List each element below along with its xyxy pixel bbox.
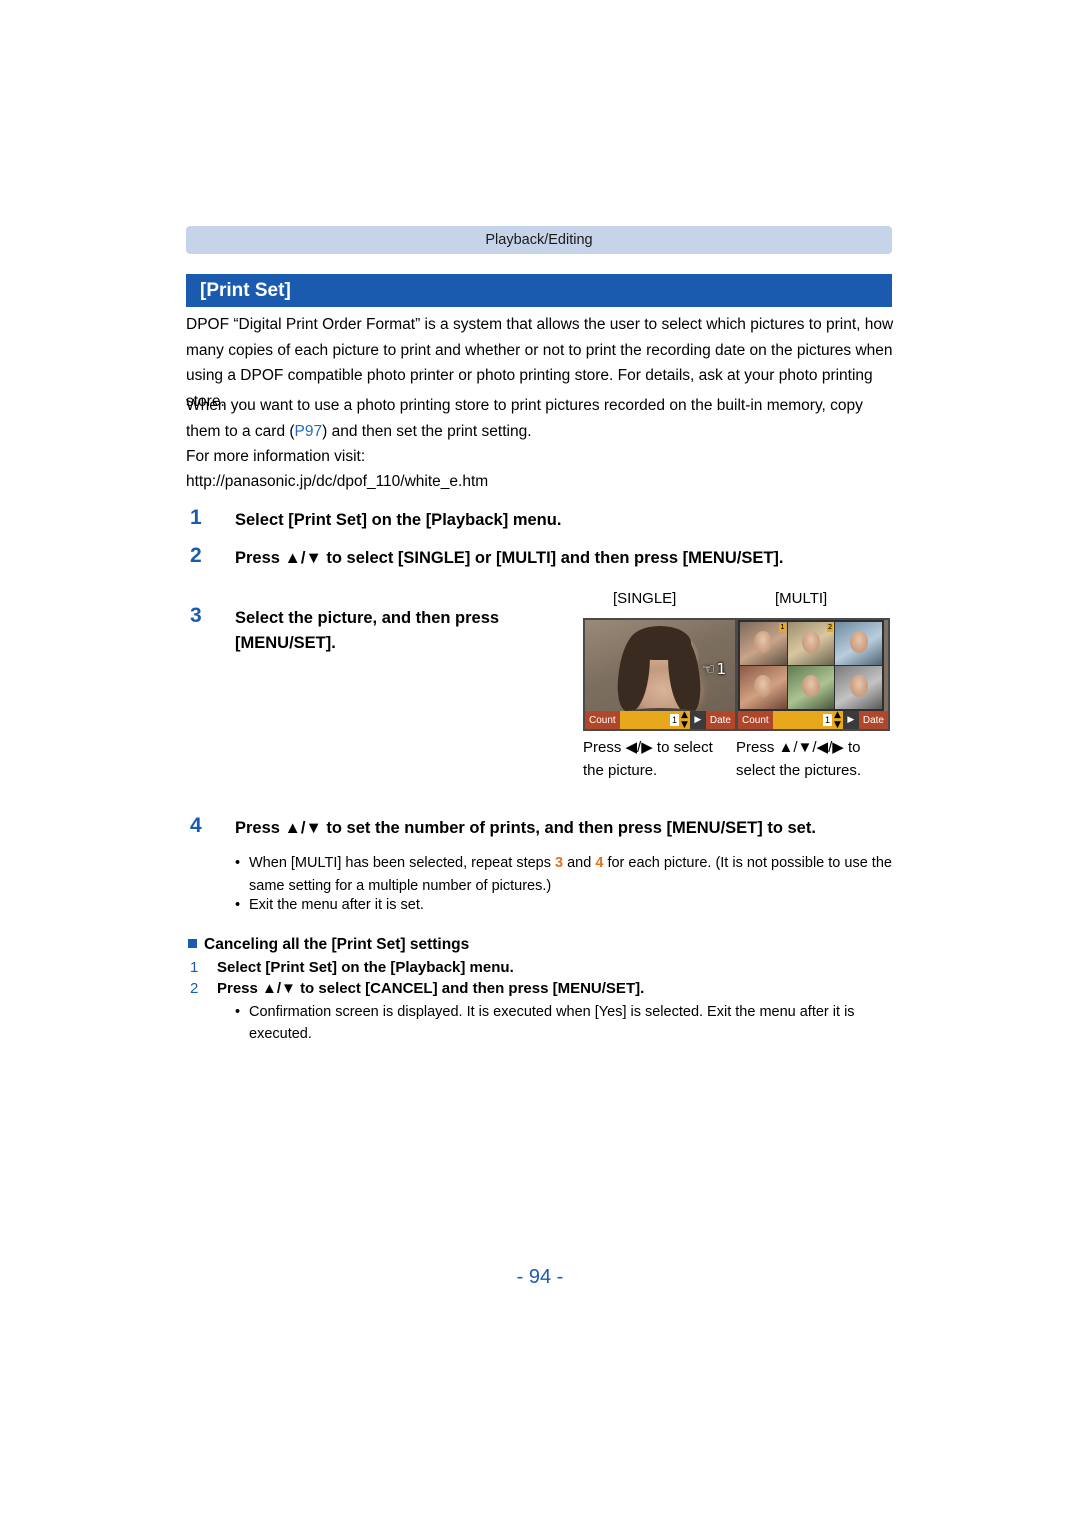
bullet-item: • Confirmation screen is displayed. It i… [235, 1001, 895, 1045]
step-4-text: Press ▲/▼ to set the number of prints, a… [235, 819, 816, 837]
up-down-arrows-icon: ▲ ▼ [833, 710, 841, 730]
thumb-subject [754, 674, 773, 697]
thumbnail-6[interactable] [835, 666, 882, 709]
bullet-1-a: When [MULTI] has been selected, repeat s… [249, 855, 556, 871]
date-label-multi: Date [858, 711, 888, 729]
date-label-single: Date [705, 711, 735, 729]
thumb-badge-1: 1 [779, 623, 786, 632]
thumb-subject [801, 674, 820, 697]
thumb-subject [801, 630, 820, 653]
cancel-step-1-text: Select [Print Set] on the [Playback] men… [217, 959, 514, 976]
bullet-text: Confirmation screen is displayed. It is … [249, 1004, 855, 1042]
bullet-text: When [MULTI] has been selected, repeat s… [235, 852, 895, 898]
sample-multi-note: Press ▲/▼/◀/▶ to select the pictures. [736, 739, 862, 779]
count-label-single: Count [585, 711, 620, 729]
right-arrow-icon: ▶ [689, 711, 706, 729]
single-bottom-bar: Count 1 ▲ ▼ ▶ Date [585, 710, 735, 730]
thumb-subject [849, 630, 868, 653]
document-page: Playback/Editing [Print Set] DPOF “Digit… [0, 0, 1080, 1526]
square-bullet-icon [188, 939, 197, 948]
thumbnail-5[interactable] [787, 666, 835, 709]
thumb-subject [849, 674, 868, 697]
count-stepper-single[interactable]: 1 ▲ ▼ [619, 710, 690, 730]
bullet-item: • When [MULTI] has been selected, repeat… [235, 852, 895, 898]
sample-screen-single: ☜1 Count 1 ▲ ▼ ▶ Date [583, 618, 737, 731]
bullet-text: Exit the menu after it is set. [249, 897, 424, 913]
thumbnail-1[interactable]: 1 [740, 622, 787, 665]
bullet-dot-icon: • [235, 855, 241, 871]
page-title: [Print Set] [200, 280, 291, 301]
bullet-dot-icon: • [235, 1004, 241, 1020]
step-1-text: Select [Print Set] on the [Playback] men… [235, 511, 562, 529]
cancel-section-heading: Canceling all the [Print Set] settings [188, 936, 469, 954]
sample-screen-multi: 1 2 Count 1 ▲ ▼ ▶ Date [736, 618, 890, 731]
count-stepper-multi[interactable]: 1 ▲ ▼ [772, 710, 843, 730]
page-reference-link[interactable]: P97 [295, 423, 323, 440]
more-info-url: http://panasonic.jp/dc/dpof_110/white_e.… [186, 473, 489, 490]
step-2-text: Press ▲/▼ to select [SINGLE] or [MULTI] … [235, 549, 784, 567]
section-band-label: Playback/Editing [485, 232, 593, 248]
step-4-number: 4 [190, 814, 202, 837]
thumbnail-grid: 1 2 [738, 620, 884, 711]
cancel-step-1-number: 1 [190, 959, 199, 976]
thumbnail-4[interactable] [740, 666, 787, 709]
bullet-1-b: and [563, 855, 596, 871]
count-value-multi: 1 [822, 714, 832, 726]
thumb-badge-2: 2 [826, 623, 834, 632]
multi-bottom-bar: Count 1 ▲ ▼ ▶ Date [738, 710, 888, 730]
count-value-single: 1 [669, 714, 679, 726]
step-3-number: 3 [190, 604, 202, 627]
print-count-value: 1 [716, 660, 727, 678]
page-number: - 94 - [516, 1266, 564, 1288]
thumb-subject [754, 630, 773, 653]
page-title-bar: [Print Set] [186, 274, 892, 307]
memory-copy-paragraph: When you want to use a photo printing st… [186, 393, 898, 444]
cancel-step-2-number: 2 [190, 980, 199, 997]
up-down-arrows-icon: ▲ ▼ [680, 710, 688, 730]
sample-single-label: [SINGLE] [613, 590, 677, 607]
thumbnail-3[interactable] [835, 622, 882, 665]
count-label-multi: Count [738, 711, 773, 729]
bullet-1-step-ref-1: 3 [555, 855, 564, 871]
cancel-step-2-text: Press ▲/▼ to select [CANCEL] and then pr… [217, 980, 645, 997]
thumbnail-2[interactable]: 2 [787, 622, 835, 665]
step-2-number: 2 [190, 544, 202, 567]
bullet-item: • Exit the menu after it is set. [235, 894, 895, 917]
sample-multi-label: [MULTI] [775, 590, 828, 607]
memory-copy-text-b: ) and then set the print setting. [322, 422, 532, 440]
bullet-dot-icon: • [235, 897, 241, 913]
section-band: Playback/Editing [186, 226, 892, 254]
sample-single-note: Press ◀/▶ to select the picture. [583, 739, 713, 779]
cancel-section-title: Canceling all the [Print Set] settings [204, 936, 470, 953]
print-count-icon: ☜1 [702, 660, 727, 678]
step-3-text: Select the picture, and then press [MENU… [235, 609, 500, 652]
step-1-number: 1 [190, 506, 202, 529]
more-info-label: For more information visit: [186, 448, 366, 465]
right-arrow-icon: ▶ [842, 711, 859, 729]
